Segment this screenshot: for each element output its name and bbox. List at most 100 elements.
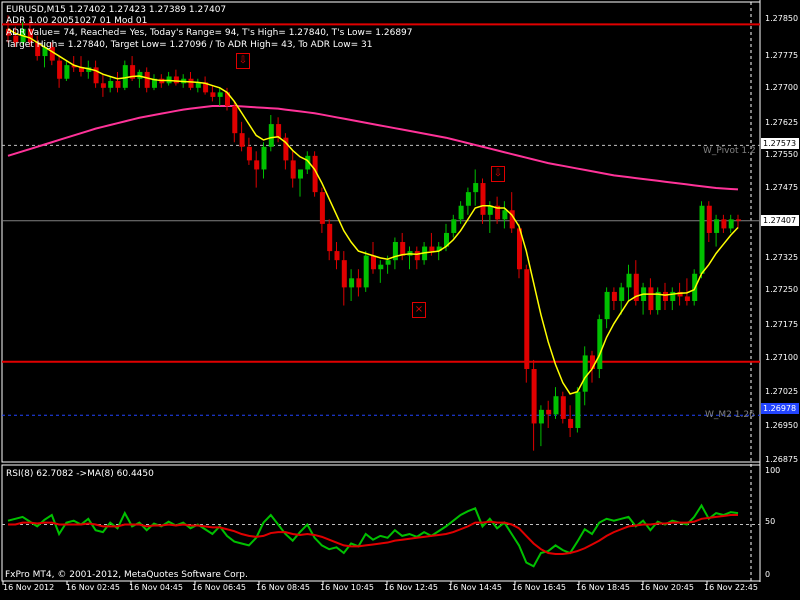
candle-body xyxy=(728,219,734,229)
candle-body xyxy=(473,183,479,193)
weekly-pivot-label: W_Pivot 1.2 xyxy=(703,146,756,156)
candle-body xyxy=(480,183,486,215)
candle-body xyxy=(502,210,508,220)
rsi-line xyxy=(7,503,739,568)
main-panel-frame xyxy=(1,1,761,463)
candle-body xyxy=(115,81,121,88)
time-tick-label: 16 Nov 12:45 xyxy=(384,583,438,592)
candle-body xyxy=(122,65,128,88)
candle-body xyxy=(385,260,391,265)
candle-body xyxy=(458,205,464,220)
target-info: Target High= 1.27840, Target Low= 1.2709… xyxy=(6,40,373,50)
current-price-box: 1.27407 xyxy=(761,215,799,226)
candle-body xyxy=(290,160,296,179)
candle-body xyxy=(619,287,625,301)
candle-body xyxy=(706,205,712,233)
candle-body xyxy=(582,355,588,392)
candle-body xyxy=(188,78,194,88)
weekly-m2-label: W_M2 1.26 xyxy=(705,410,755,420)
candle-body xyxy=(276,124,282,138)
candle-body xyxy=(546,409,552,415)
time-tick-label: 16 Nov 04:45 xyxy=(129,583,183,592)
price-tick-label: 1.27325 xyxy=(765,253,799,262)
down-arrow-marker[interactable]: ⇩ xyxy=(491,166,505,182)
candle-body xyxy=(611,291,617,301)
candle-body xyxy=(721,219,727,229)
time-tick-label: 16 Nov 02:45 xyxy=(66,583,120,592)
candle-body xyxy=(334,251,340,261)
candle-body xyxy=(560,396,566,419)
candle-body xyxy=(363,255,369,288)
candle-body xyxy=(261,146,267,170)
candle-body xyxy=(414,251,420,261)
price-tick-label: 1.26950 xyxy=(765,421,799,430)
candle-body xyxy=(736,219,741,221)
time-tick-label: 16 Nov 22:45 xyxy=(704,583,758,592)
candle-body xyxy=(524,269,530,370)
price-tick-label: 1.27550 xyxy=(765,150,799,159)
time-tick-label: 16 Nov 18:45 xyxy=(576,583,630,592)
candle-body xyxy=(663,291,668,301)
price-tick-label: 1.27625 xyxy=(765,118,799,127)
candle-body xyxy=(239,133,245,147)
candle-body xyxy=(341,260,347,288)
adr-info: ADR Value= 74, Reached= Yes, Today's Ran… xyxy=(6,28,413,38)
time-tick-label: 16 Nov 2012 xyxy=(3,583,55,592)
candle-body xyxy=(217,92,223,97)
price-tick-label: 1.27700 xyxy=(765,83,799,92)
candle-body xyxy=(57,60,63,79)
candle-body xyxy=(531,369,537,424)
rsi-tick-0: 0 xyxy=(765,570,771,579)
candle-body xyxy=(699,205,705,274)
candle-body xyxy=(246,146,252,161)
rsi-title: RSI(8) 62.7082 ->MA(8) 60.4450 xyxy=(6,469,154,479)
candle-body xyxy=(232,105,238,134)
candle-body xyxy=(451,219,457,233)
candle-body xyxy=(429,246,435,252)
candle-body xyxy=(254,160,260,170)
indicator-name: ADR 1.00 20051027 01 Mod 01 xyxy=(6,16,148,26)
candle-body xyxy=(64,65,70,79)
rsi-tick-50: 50 xyxy=(765,517,776,526)
candle-body xyxy=(137,71,143,79)
rsi-ma-line xyxy=(8,514,738,555)
candle-body xyxy=(538,409,544,424)
price-tick-label: 1.27100 xyxy=(765,353,799,362)
candle-body xyxy=(371,255,376,270)
cross-marker[interactable]: × xyxy=(412,302,426,318)
candle-body xyxy=(714,219,720,233)
time-tick-label: 16 Nov 08:45 xyxy=(256,583,310,592)
candle-body xyxy=(173,76,179,84)
time-tick-label: 16 Nov 06:45 xyxy=(192,583,246,592)
candle-body xyxy=(210,92,216,97)
candle-body xyxy=(553,396,559,415)
symbol-info: EURUSD,M15 1.27402 1.27423 1.27389 1.274… xyxy=(6,5,227,15)
price-tick-label: 1.27175 xyxy=(765,320,799,329)
rsi-tick-100: 100 xyxy=(765,466,781,475)
time-tick-label: 16 Nov 14:45 xyxy=(448,583,502,592)
candle-body xyxy=(356,278,362,288)
chart-canvas[interactable] xyxy=(0,0,800,600)
rsi-panel-frame xyxy=(1,464,761,582)
slow-ma-line xyxy=(7,104,739,191)
time-tick-label: 16 Nov 16:45 xyxy=(512,583,566,592)
candle-body xyxy=(319,192,325,224)
candle-body xyxy=(298,169,303,179)
candle-body xyxy=(575,391,581,428)
candle-body xyxy=(568,418,574,428)
candle-body xyxy=(268,124,274,147)
candle-body xyxy=(604,291,610,320)
price-tick-label: 1.27850 xyxy=(765,14,799,23)
time-tick-label: 16 Nov 10:45 xyxy=(320,583,374,592)
pivot-price-box: 1.27573 xyxy=(761,138,799,149)
m2-price-box: 1.26978 xyxy=(761,403,799,414)
down-arrow-marker[interactable]: ⇩ xyxy=(236,53,250,69)
price-tick-label: 1.27250 xyxy=(765,285,799,294)
candle-body xyxy=(597,319,603,370)
candle-body xyxy=(400,242,406,256)
candle-body xyxy=(378,264,384,270)
price-tick-label: 1.26875 xyxy=(765,455,799,464)
candle-body xyxy=(648,287,654,311)
candle-body xyxy=(684,296,690,301)
price-tick-label: 1.27475 xyxy=(765,183,799,192)
